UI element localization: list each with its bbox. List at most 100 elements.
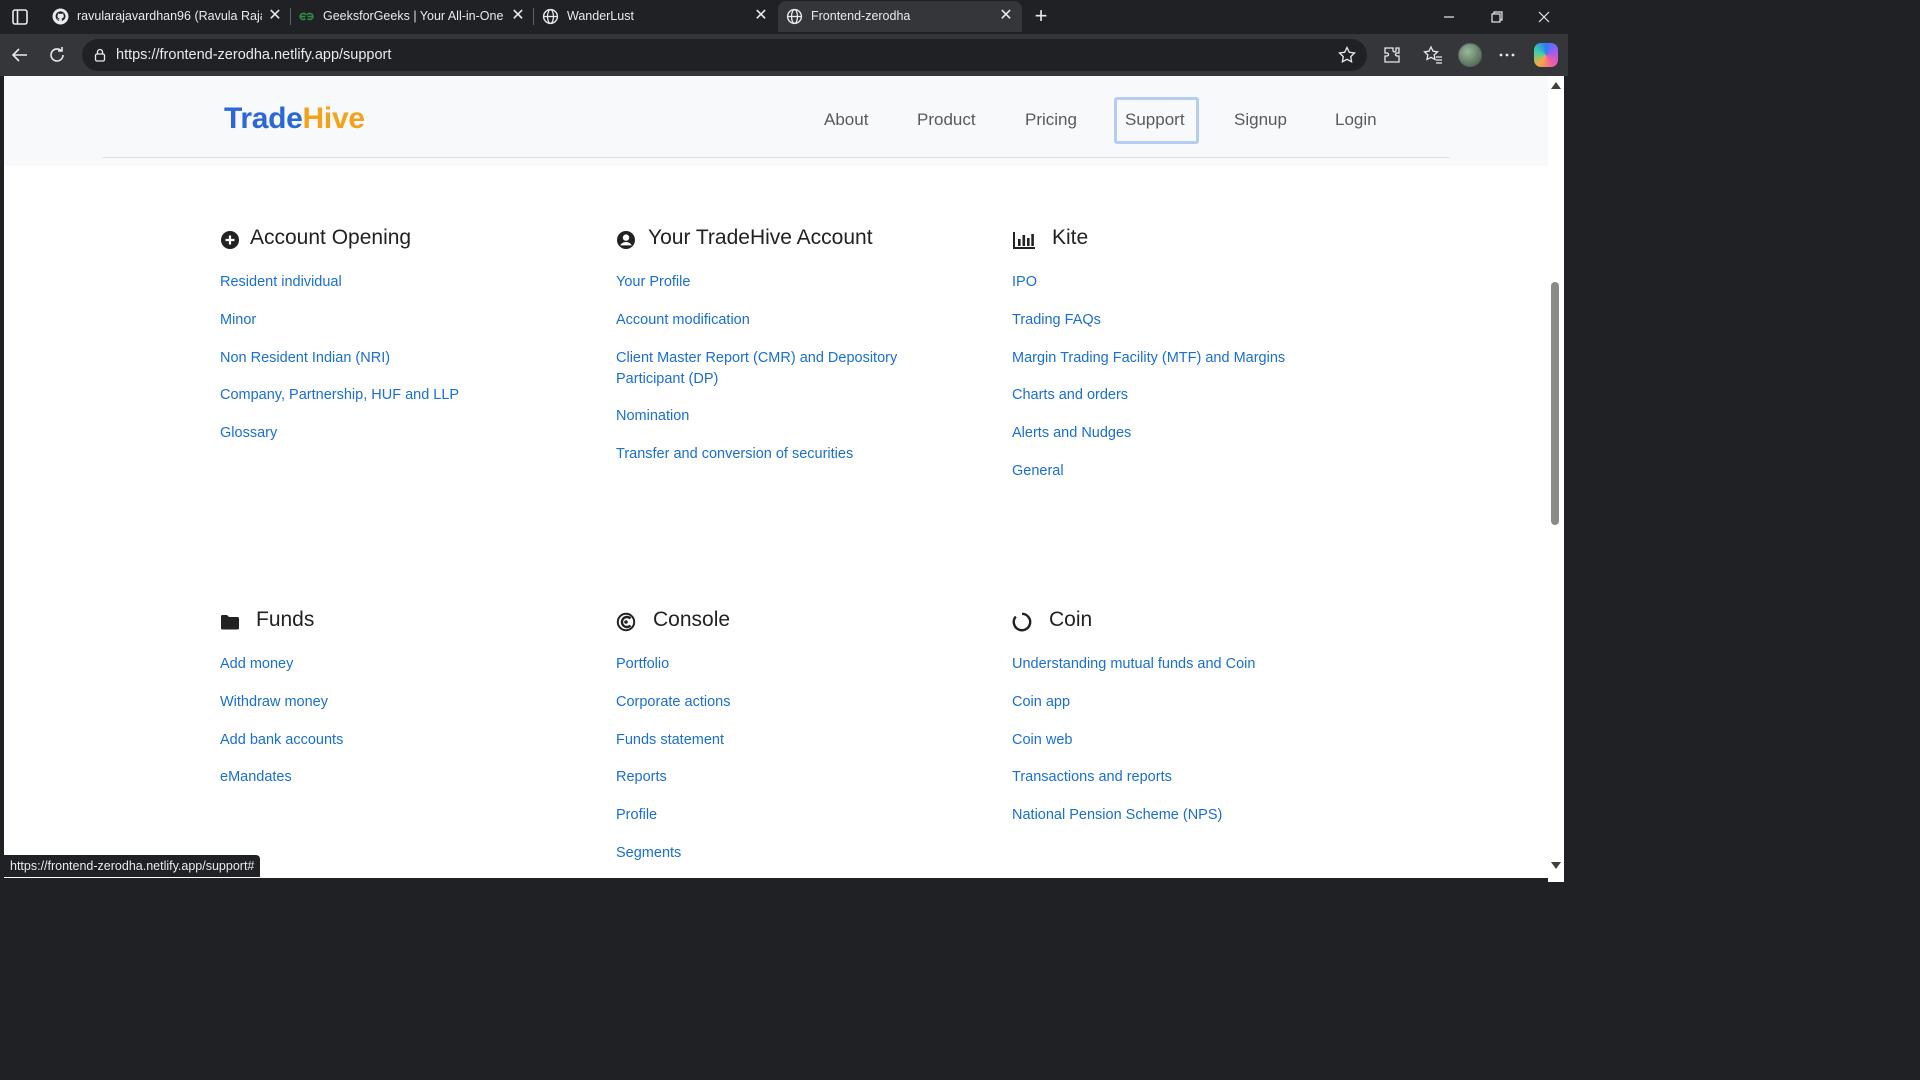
nav-link-support[interactable]: Support — [1125, 110, 1185, 130]
coin-icon — [1012, 612, 1032, 632]
plus-circle-icon — [221, 231, 239, 249]
section-header: Funds — [220, 608, 590, 638]
tab-title: ravularajavardhan96 (Ravula Rajavardhan) — [77, 9, 262, 23]
favorite-star-icon[interactable] — [1337, 45, 1357, 65]
support-link[interactable]: Non Resident Indian (NRI) — [220, 348, 459, 369]
support-link[interactable]: Segments — [616, 843, 730, 864]
close-window-icon[interactable] — [1533, 6, 1555, 28]
section-link-list: Resident individual Minor Non Resident I… — [220, 272, 459, 461]
back-icon[interactable] — [9, 44, 31, 66]
geeksforgeeks-icon — [299, 12, 314, 21]
support-link[interactable]: Minor — [220, 310, 459, 331]
section-title: Coin — [1049, 608, 1093, 631]
scroll-thumb[interactable] — [1551, 282, 1559, 525]
support-link[interactable]: Withdraw money — [220, 692, 343, 713]
section-header: Kite — [1012, 226, 1382, 256]
navbar-divider — [102, 157, 1450, 158]
support-link[interactable]: Corporate actions — [616, 692, 730, 713]
support-link[interactable]: Glossary — [220, 423, 459, 444]
browser-tab-bar: ravularajavardhan96 (Ravula Rajavardhan)… — [0, 0, 1568, 34]
page-viewport: TradeHive About Product Pricing Support … — [4, 76, 1548, 878]
support-link[interactable]: Nomination — [616, 406, 921, 427]
support-link[interactable]: Coin app — [1012, 692, 1255, 713]
section-title: Kite — [1052, 226, 1089, 249]
support-link[interactable]: Understanding mutual funds and Coin — [1012, 654, 1255, 675]
support-link[interactable]: National Pension Scheme (NPS) — [1012, 805, 1255, 826]
globe-icon — [786, 8, 803, 25]
close-tab-icon[interactable]: ✕ — [266, 7, 284, 25]
url-input[interactable]: https://frontend-zerodha.netlify.app/sup… — [82, 39, 1367, 71]
refresh-icon[interactable] — [46, 44, 68, 66]
section-header: Console — [616, 608, 986, 638]
new-tab-icon[interactable]: + — [1030, 5, 1052, 27]
more-options-icon[interactable] — [1496, 44, 1518, 66]
support-link[interactable]: eMandates — [220, 767, 343, 788]
close-tab-icon[interactable]: ✕ — [509, 7, 527, 25]
favorites-icon[interactable] — [1422, 44, 1444, 66]
minimize-icon[interactable] — [1438, 6, 1460, 28]
restore-icon[interactable] — [1486, 6, 1508, 28]
tab-title: WanderLust — [567, 9, 634, 23]
section-link-list: Your Profile Account modification Client… — [616, 272, 921, 482]
support-link[interactable]: IPO — [1012, 272, 1285, 293]
support-link[interactable]: Add bank accounts — [220, 730, 343, 751]
scroll-down-arrow-icon[interactable] — [1551, 862, 1561, 869]
section-link-list: Understanding mutual funds and Coin Coin… — [1012, 654, 1255, 843]
browser-tab[interactable]: ravularajavardhan96 (Ravula Rajavardhan)… — [44, 1, 289, 32]
brand-logo[interactable]: TradeHive — [224, 102, 365, 136]
section-link-list: IPO Trading FAQs Margin Trading Facility… — [1012, 272, 1285, 499]
tab-title: GeeksforGeeks | Your All-in-One Learning… — [323, 9, 505, 23]
section-title: Console — [653, 608, 731, 631]
support-link[interactable]: Reports — [616, 767, 730, 788]
site-info-icon[interactable] — [92, 47, 108, 63]
extensions-icon[interactable] — [1381, 44, 1403, 66]
support-link[interactable]: Client Master Report (CMR) and Depositor… — [616, 348, 921, 390]
nav-link-about[interactable]: About — [824, 110, 868, 130]
user-circle-icon — [617, 231, 635, 249]
copilot-icon[interactable] — [1534, 43, 1558, 67]
folder-icon — [221, 615, 239, 630]
support-link[interactable]: General — [1012, 461, 1285, 482]
support-link[interactable]: Profile — [616, 805, 730, 826]
support-link[interactable]: Resident individual — [220, 272, 459, 293]
support-section-account-opening: Account Opening Resident individual Mino… — [220, 226, 590, 441]
support-link[interactable]: Account modification — [616, 310, 921, 331]
support-section-console: Console Portfolio Corporate actions Fund… — [616, 608, 986, 861]
support-section-coin: Coin Understanding mutual funds and Coin… — [1012, 608, 1382, 823]
support-link[interactable]: Add money — [220, 654, 343, 675]
browser-tab-active[interactable]: Frontend-zerodha ✕ — [778, 1, 1022, 32]
support-link[interactable]: Charts and orders — [1012, 385, 1285, 406]
support-link[interactable]: Funds statement — [616, 730, 730, 751]
url-text: https://frontend-zerodha.netlify.app/sup… — [116, 47, 392, 63]
support-link[interactable]: Transfer and conversion of securities — [616, 444, 921, 465]
support-link[interactable]: Your Profile — [616, 272, 921, 293]
support-link[interactable]: Trading FAQs — [1012, 310, 1285, 331]
browser-tab[interactable]: GeeksforGeeks | Your All-in-One Learning… — [290, 1, 533, 32]
scroll-up-arrow-icon[interactable] — [1551, 82, 1561, 89]
close-tab-icon[interactable]: ✕ — [997, 7, 1015, 25]
site-navbar: TradeHive About Product Pricing Support … — [4, 76, 1548, 166]
brand-name-part2: Hive — [302, 102, 365, 135]
section-header: Account Opening — [220, 226, 590, 256]
page-scrollbar[interactable] — [1548, 76, 1564, 882]
support-link[interactable]: Portfolio — [616, 654, 730, 675]
support-link[interactable]: Margin Trading Facility (MTF) and Margin… — [1012, 348, 1285, 369]
close-tab-icon[interactable]: ✕ — [752, 7, 770, 25]
sidebar-toggle-icon[interactable] — [8, 5, 32, 29]
nav-link-product[interactable]: Product — [917, 110, 976, 130]
tab-title: Frontend-zerodha — [811, 9, 911, 23]
bar-chart-icon — [1013, 232, 1035, 249]
profile-avatar[interactable] — [1458, 43, 1482, 67]
console-icon — [616, 612, 636, 632]
support-link[interactable]: Company, Partnership, HUF and LLP — [220, 385, 459, 406]
support-link[interactable]: Coin web — [1012, 730, 1255, 751]
link-status-bar: https://frontend-zerodha.netlify.app/sup… — [4, 855, 261, 877]
nav-link-signup[interactable]: Signup — [1234, 110, 1287, 130]
browser-tab[interactable]: WanderLust ✕ — [534, 1, 777, 32]
nav-link-pricing[interactable]: Pricing — [1025, 110, 1077, 130]
address-bar-row: https://frontend-zerodha.netlify.app/sup… — [0, 34, 1568, 76]
support-link[interactable]: Alerts and Nudges — [1012, 423, 1285, 444]
nav-link-login[interactable]: Login — [1335, 110, 1377, 130]
support-link[interactable]: Transactions and reports — [1012, 767, 1255, 788]
section-link-list: Portfolio Corporate actions Funds statem… — [616, 654, 730, 878]
